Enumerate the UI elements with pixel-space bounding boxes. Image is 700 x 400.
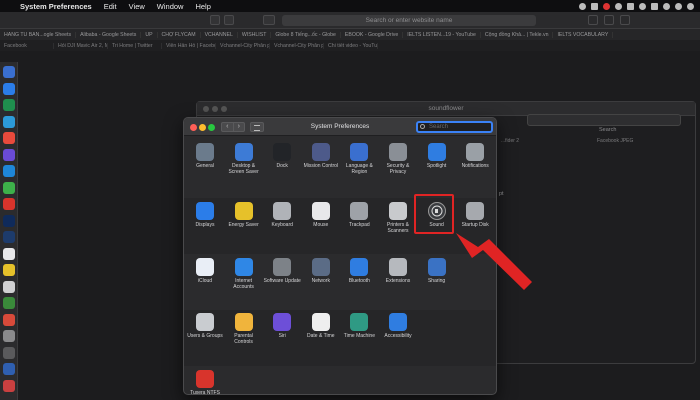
screen: System Preferences Edit View Window Help… — [0, 0, 700, 400]
annotation-arrow-icon — [456, 233, 532, 290]
